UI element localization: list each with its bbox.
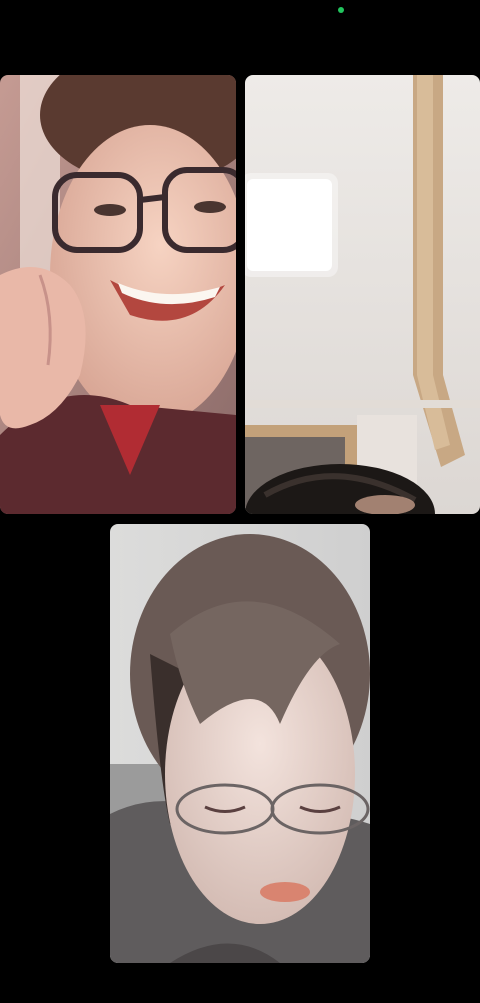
participant-video-2[interactable] [245, 75, 480, 514]
video-feed-2 [245, 75, 480, 514]
participant-video-3[interactable] [110, 524, 370, 963]
camera-indicator-dot [338, 7, 344, 13]
video-feed-1 [0, 75, 236, 514]
participant-video-1[interactable] [0, 75, 236, 514]
video-feed-3 [110, 524, 370, 963]
